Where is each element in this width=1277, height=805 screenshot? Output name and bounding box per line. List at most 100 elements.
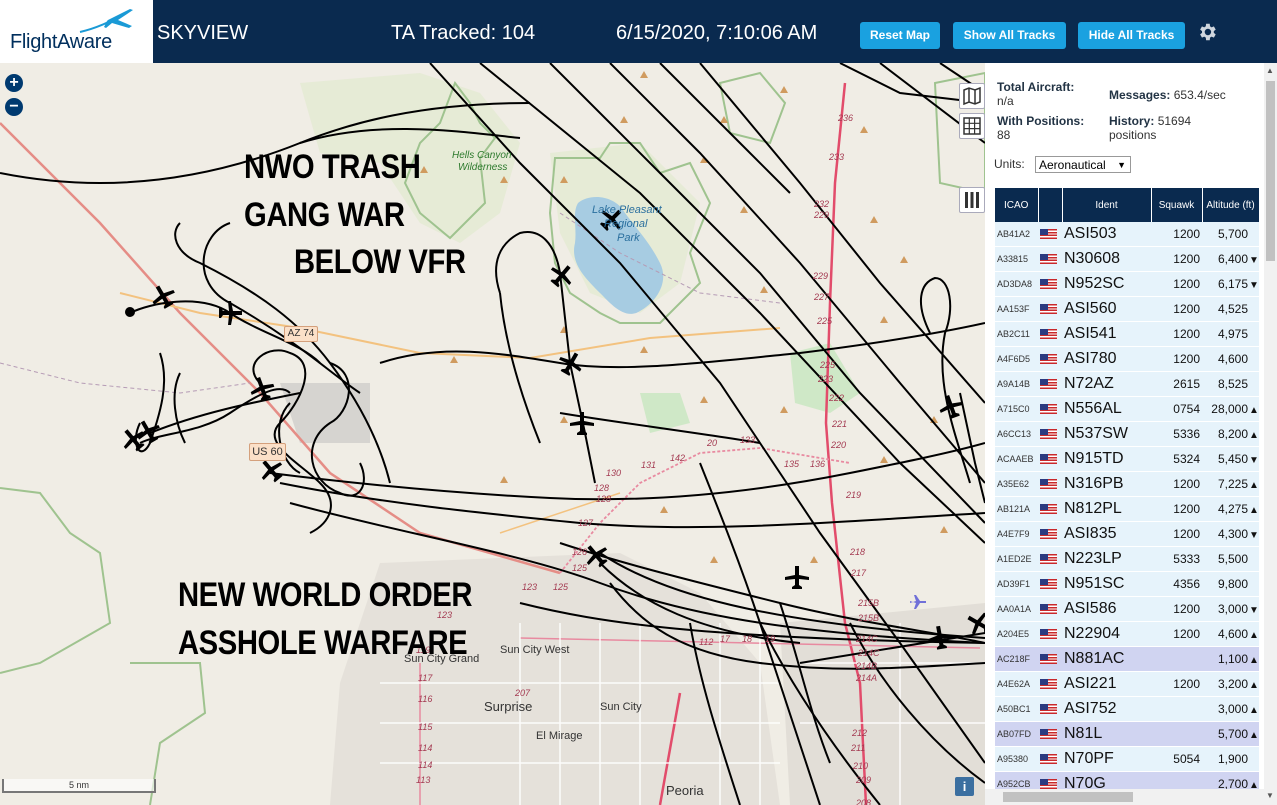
aircraft-row[interactable]: AB121A N812PL 1200 4,275▲ bbox=[995, 496, 1259, 522]
row-icao: A6CC13 bbox=[995, 421, 1038, 447]
us-flag-icon bbox=[1040, 253, 1057, 264]
aircraft-row[interactable]: AB41A2 ASI503 1200 5,700 bbox=[995, 222, 1259, 247]
scroll-down-arrow[interactable]: ▼ bbox=[1266, 791, 1274, 800]
row-altitude: 3,000▲ bbox=[1202, 696, 1259, 722]
hide-all-tracks-button[interactable]: Hide All Tracks bbox=[1078, 22, 1185, 49]
aircraft-row[interactable]: A204E5 N22904 1200 4,600▲ bbox=[995, 621, 1259, 647]
road-number-label: 233 bbox=[829, 152, 845, 162]
us-flag-icon bbox=[1040, 278, 1057, 289]
row-altitude: 1,900 bbox=[1202, 746, 1259, 772]
row-squawk: 1200 bbox=[1151, 496, 1202, 522]
row-icao: AB41A2 bbox=[995, 222, 1038, 247]
zoom-out-button[interactable]: − bbox=[5, 98, 23, 116]
column-header-ident[interactable]: Ident bbox=[1062, 188, 1152, 222]
row-altitude: 5,700 bbox=[1202, 222, 1259, 247]
column-header-squawk[interactable]: Squawk bbox=[1151, 188, 1203, 222]
gear-icon[interactable] bbox=[1196, 21, 1218, 43]
map-info-button[interactable]: i bbox=[955, 777, 974, 796]
row-flag bbox=[1038, 222, 1062, 247]
aircraft-row[interactable]: A50BC1 ASI752 3,000▲ bbox=[995, 696, 1259, 722]
road-number-label: 209 bbox=[856, 775, 872, 785]
show-all-tracks-button[interactable]: Show All Tracks bbox=[953, 22, 1066, 49]
aircraft-row[interactable]: AA0A1A ASI586 1200 3,000▼ bbox=[995, 596, 1259, 622]
row-altitude-value: 4,300 bbox=[1217, 527, 1248, 541]
aircraft-row[interactable]: AD39F1 N951SC 4356 9,800 bbox=[995, 571, 1259, 597]
map-canvas[interactable] bbox=[0, 63, 985, 805]
road-number-label: 117 bbox=[418, 673, 433, 683]
map-grid-button[interactable] bbox=[959, 113, 985, 139]
row-ident: ASI586 bbox=[1062, 596, 1151, 622]
reset-map-button[interactable]: Reset Map bbox=[860, 22, 940, 49]
columns-icon bbox=[965, 192, 979, 208]
road-number-label: 125 bbox=[553, 582, 569, 592]
row-squawk: 1200 bbox=[1151, 596, 1202, 622]
row-icao: AA0A1A bbox=[995, 596, 1038, 622]
row-squawk: 1200 bbox=[1151, 346, 1202, 372]
map-view[interactable]: Hells Canyon Wilderness Lake Pleasant Regio… bbox=[0, 63, 985, 805]
aircraft-row[interactable]: A33815 N30608 1200 6,400▼ bbox=[995, 246, 1259, 272]
row-ident: N556AL bbox=[1062, 396, 1151, 422]
row-altitude-value: 4,525 bbox=[1217, 302, 1248, 316]
road-number-label: 128 bbox=[596, 494, 612, 504]
aircraft-row[interactable]: A35E62 N316PB 1200 7,225▲ bbox=[995, 471, 1259, 497]
road-number-label: 221 bbox=[832, 419, 848, 429]
row-altitude-value: 9,800 bbox=[1217, 577, 1248, 591]
us-flag-icon bbox=[1040, 453, 1057, 464]
row-ident: ASI560 bbox=[1062, 296, 1151, 322]
row-icao: A95380 bbox=[995, 746, 1038, 772]
row-squawk bbox=[1151, 646, 1202, 672]
road-number-label: 219 bbox=[846, 490, 862, 500]
columns-toggle-button[interactable] bbox=[959, 187, 985, 213]
aircraft-row[interactable]: A6CC13 N537SW 5336 8,200▲ bbox=[995, 421, 1259, 447]
altitude-trend-icon: ▲ bbox=[1249, 630, 1259, 641]
map-layer-button[interactable] bbox=[959, 83, 985, 109]
row-squawk: 5333 bbox=[1151, 546, 1202, 572]
row-icao: AB2C11 bbox=[995, 321, 1038, 347]
total-aircraft-value: n/a bbox=[997, 94, 1014, 108]
column-header-altitude[interactable]: Altitude (ft) bbox=[1202, 188, 1260, 222]
flightaware-logo[interactable]: FlightAware bbox=[0, 0, 153, 63]
aircraft-row[interactable]: A95380 N70PF 5054 1,900 bbox=[995, 746, 1259, 772]
scrollbar-thumb[interactable] bbox=[1266, 81, 1275, 261]
aircraft-row[interactable]: AB07FD N81L 5,700▲ bbox=[995, 721, 1259, 747]
row-flag bbox=[1038, 321, 1062, 347]
altitude-trend-icon: ▼ bbox=[1249, 605, 1259, 616]
row-ident: N223LP bbox=[1062, 546, 1151, 572]
row-ident: N881AC bbox=[1062, 646, 1151, 672]
aircraft-row[interactable]: AD3DA8 N952SC 1200 6,175▼ bbox=[995, 271, 1259, 297]
hscroll-thumb[interactable] bbox=[1003, 792, 1133, 802]
aircraft-row[interactable]: A4E62A ASI221 1200 3,200▲ bbox=[995, 671, 1259, 697]
scroll-up-arrow[interactable]: ▲ bbox=[1266, 66, 1274, 75]
aircraft-row[interactable]: A1ED2E N223LP 5333 5,500 bbox=[995, 546, 1259, 572]
us-flag-icon bbox=[1040, 503, 1057, 514]
altitude-trend-icon: ▲ bbox=[1249, 405, 1259, 416]
row-ident: ASI221 bbox=[1062, 671, 1151, 697]
horizontal-scrollbar[interactable] bbox=[985, 789, 1264, 805]
road-number-label: 208 bbox=[856, 798, 872, 805]
aircraft-row[interactable]: AB2C11 ASI541 1200 4,975 bbox=[995, 321, 1259, 347]
aircraft-row[interactable]: A715C0 N556AL 0754 28,000▲ bbox=[995, 396, 1259, 422]
aircraft-row[interactable]: A9A14B N72AZ 2615 8,525 bbox=[995, 371, 1259, 397]
road-number-label: 222 bbox=[829, 393, 845, 403]
row-ident: ASI835 bbox=[1062, 521, 1151, 547]
row-altitude-value: 7,225 bbox=[1217, 477, 1248, 491]
aircraft-row[interactable]: ACAAEB N915TD 5324 5,450▼ bbox=[995, 446, 1259, 472]
row-icao: AB121A bbox=[995, 496, 1038, 522]
aircraft-marker-dot[interactable] bbox=[125, 307, 135, 317]
zoom-in-button[interactable]: + bbox=[5, 74, 23, 92]
sidebar-scrollbar[interactable]: ▲ ▼ bbox=[1264, 63, 1277, 805]
column-header-icao[interactable]: ICAO bbox=[995, 188, 1039, 222]
us-flag-icon bbox=[1040, 553, 1057, 564]
aircraft-row[interactable]: A4F6D5 ASI780 1200 4,600 bbox=[995, 346, 1259, 372]
aircraft-row[interactable]: AA153F ASI560 1200 4,525 bbox=[995, 296, 1259, 322]
aircraft-row[interactable]: A4E7F9 ASI835 1200 4,300▼ bbox=[995, 521, 1259, 547]
units-select[interactable]: Aeronautical ▼ bbox=[1035, 156, 1131, 173]
aircraft-row[interactable]: AC218F N881AC 1,100▲ bbox=[995, 646, 1259, 672]
grid-icon bbox=[963, 117, 981, 135]
row-ident: ASI541 bbox=[1062, 321, 1151, 347]
road-number-label: 210 bbox=[853, 761, 869, 771]
row-icao: AD39F1 bbox=[995, 571, 1038, 597]
row-flag bbox=[1038, 696, 1062, 722]
road-number-label: 136 bbox=[810, 459, 826, 469]
column-header-flag[interactable] bbox=[1038, 188, 1063, 222]
